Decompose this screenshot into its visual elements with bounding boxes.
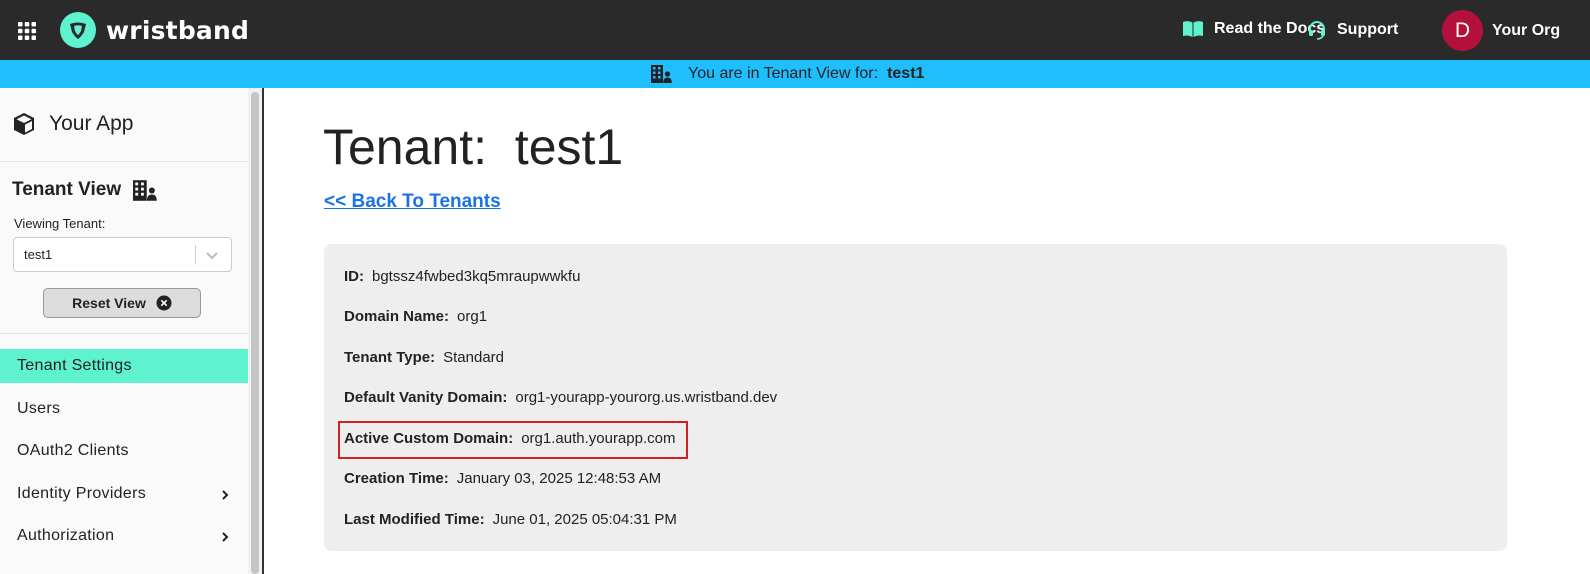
field-label: Creation Time:	[344, 470, 449, 487]
field-default-vanity-domain: Default Vanity Domain: org1-yourapp-youro…	[344, 389, 777, 406]
chevron-right-icon	[222, 490, 229, 500]
avatar: D	[1442, 10, 1483, 51]
sidebar-item-label: Users	[17, 400, 61, 417]
field-last-modified-time: Last Modified Time: June 01, 2025 05:04:3…	[344, 511, 677, 528]
chevron-down-icon[interactable]	[205, 248, 219, 262]
sidebar-item-label: Authorization	[17, 527, 115, 544]
sidebar-item-users[interactable]: Users	[0, 392, 248, 426]
support-label: Support	[1337, 21, 1399, 38]
field-label: Tenant Type:	[344, 349, 436, 366]
top-bar: wristband Read the Docs Support D Your O…	[0, 0, 1590, 60]
sidebar-item-label: Identity Providers	[17, 485, 147, 502]
sidebar-scrollbar[interactable]	[248, 88, 264, 574]
sidebar-divider	[0, 161, 248, 162]
cube-icon	[14, 113, 34, 135]
field-creation-time: Creation Time: January 03, 2025 12:48:53 …	[344, 470, 661, 487]
field-value: bgtssz4fwbed3kq5mraupwwkfu	[372, 268, 581, 285]
app-selector[interactable]: Your App	[12, 112, 133, 136]
viewing-tenant-label: Viewing Tenant:	[14, 216, 106, 231]
app-grid-icon[interactable]	[18, 22, 36, 40]
field-value: org1-yourapp-yourorg.us.wristband.dev	[515, 389, 778, 406]
read-the-docs-link[interactable]: Read the Docs	[1182, 20, 1325, 38]
viewing-tenant-value: test1	[24, 247, 53, 262]
headset-icon	[1309, 21, 1325, 40]
sidebar-scrollbar-thumb[interactable]	[251, 92, 259, 574]
back-to-tenants-link[interactable]: << Back To Tenants	[324, 191, 501, 213]
tenant-view-title-label: Tenant View	[12, 179, 122, 200]
field-value: Standard	[443, 349, 505, 366]
app-name: Your App	[49, 112, 134, 135]
field-label: Last Modified Time:	[344, 511, 485, 528]
close-circle-icon	[156, 295, 172, 311]
field-label: Domain Name:	[344, 308, 450, 325]
viewing-tenant-select[interactable]: test1	[13, 237, 232, 272]
chevron-right-icon	[222, 532, 229, 542]
reset-view-button[interactable]: Reset View	[43, 288, 201, 318]
book-icon	[1183, 21, 1203, 37]
wristband-logo-icon	[60, 12, 96, 48]
sidebar-item-identity-providers[interactable]: Identity Providers	[0, 477, 248, 511]
brand-name: wristband	[106, 15, 250, 45]
field-domain-name: Domain Name: org1	[344, 308, 487, 325]
brand[interactable]: wristband	[60, 12, 249, 48]
sidebar-divider	[0, 333, 248, 334]
field-id: ID: bgtssz4fwbed3kq5mraupwwkfu	[344, 268, 580, 285]
sidebar-item-label: Tenant Settings	[17, 357, 132, 374]
building-user-icon	[651, 65, 672, 83]
field-value: org1	[457, 308, 488, 325]
field-label: ID:	[344, 268, 364, 285]
field-label: Default Vanity Domain:	[344, 389, 508, 406]
page-title: Tenant: test1	[323, 119, 624, 175]
select-divider	[195, 245, 196, 264]
reset-view-label: Reset View	[72, 295, 146, 311]
building-user-icon	[133, 179, 157, 201]
field-value: January 03, 2025 12:48:53 AM	[456, 470, 662, 487]
highlight-annotation-box	[338, 421, 688, 459]
field-tenant-type: Tenant Type: Standard	[344, 349, 504, 366]
field-value: June 01, 2025 05:04:31 PM	[492, 511, 677, 528]
org-name: Your Org	[1492, 21, 1561, 39]
tenant-view-title: Tenant View	[12, 179, 157, 201]
org-menu[interactable]: D Your Org	[1442, 10, 1560, 51]
tenant-view-banner: You are in Tenant View for: test1	[0, 60, 1590, 88]
sidebar-item-tenant-settings[interactable]: Tenant Settings	[0, 349, 248, 383]
banner-text: You are in Tenant View for:	[688, 65, 879, 82]
support-link[interactable]: Support	[1307, 20, 1398, 40]
banner-tenant-name: test1	[887, 65, 925, 82]
sidebar-item-oauth2-clients[interactable]: OAuth2 Clients	[0, 434, 248, 468]
sidebar-item-authorization[interactable]: Authorization	[0, 519, 248, 553]
sidebar-item-label: OAuth2 Clients	[17, 442, 129, 459]
